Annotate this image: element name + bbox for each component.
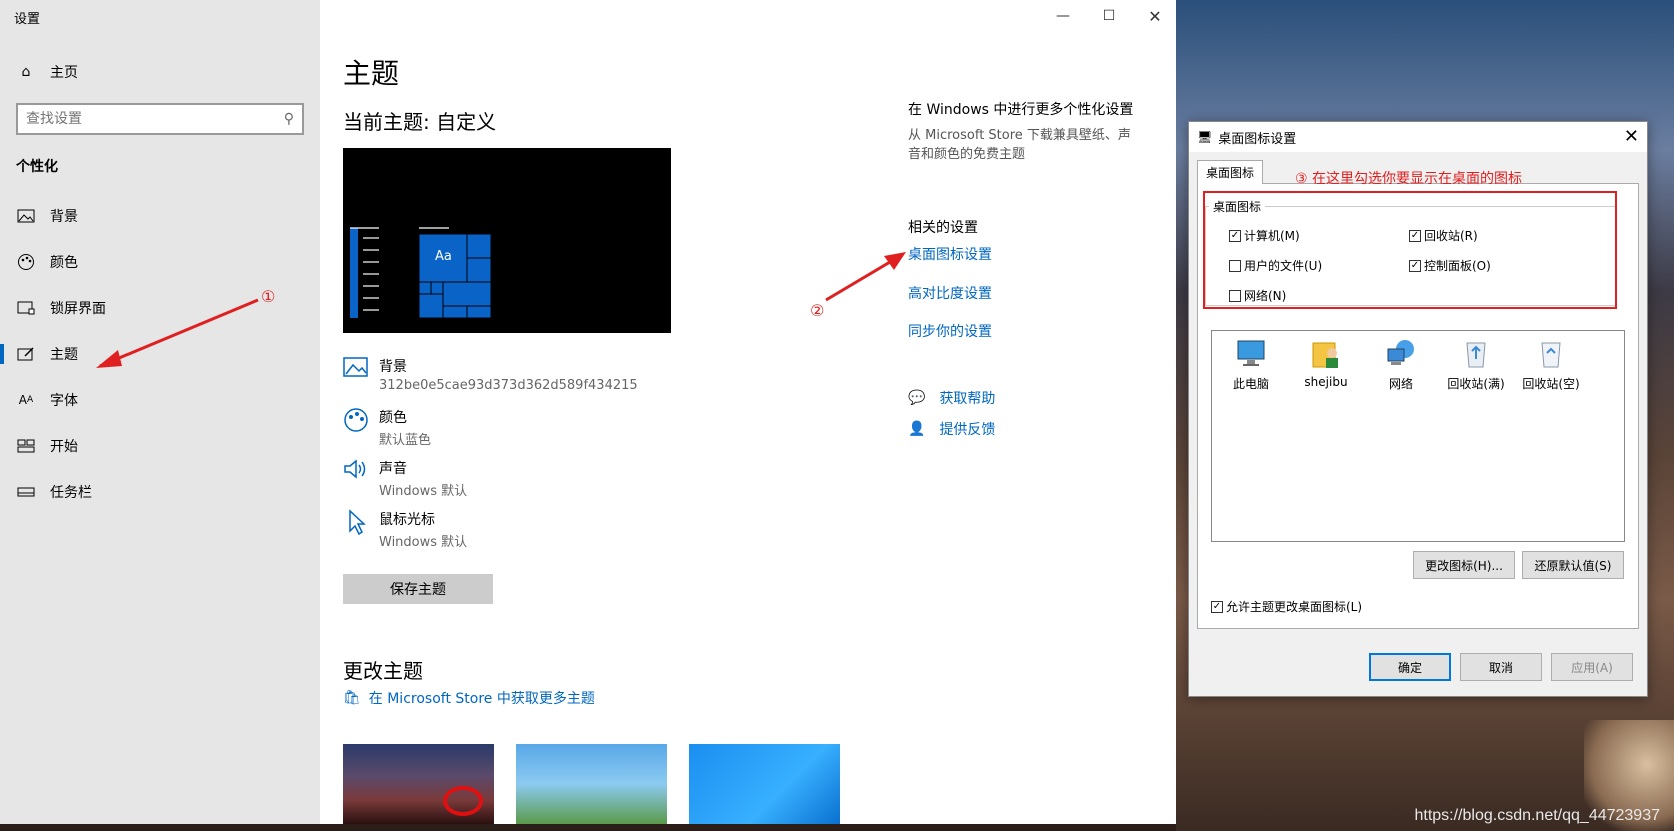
icon-label: 回收站(空) [1522, 377, 1580, 391]
tab-desktop-icons[interactable]: 桌面图标 [1197, 160, 1264, 184]
icon-recycle-empty[interactable]: 回收站(空) [1516, 337, 1586, 392]
apply-button[interactable]: 应用(A) [1551, 653, 1633, 681]
computer-icon [1235, 337, 1267, 369]
icon-label: 回收站(满) [1447, 377, 1505, 391]
restore-default-button[interactable]: 还原默认值(S) [1522, 551, 1624, 579]
recycle-bin-full-icon [1460, 337, 1492, 369]
checkbox-label: 允许主题更改桌面图标(L) [1226, 600, 1363, 614]
cancel-button[interactable]: 取消 [1460, 653, 1542, 681]
icon-label: shejibu [1304, 375, 1348, 389]
recycle-bin-empty-icon [1535, 337, 1567, 369]
icon-label: 此电脑 [1232, 377, 1269, 391]
dialog-titlebar: 🖥 桌面图标设置 [1189, 122, 1647, 152]
annotation-2: ② [810, 301, 825, 320]
icon-network[interactable]: 网络 [1366, 337, 1436, 392]
checkbox-box[interactable]: ✓ [1211, 600, 1223, 613]
annotation-highlight-box [1203, 191, 1617, 309]
icon-list: 此电脑 shejibu 网络 回收站(满) 回收站(空) [1211, 330, 1625, 542]
watermark: https://blog.csdn.net/qq_44723937 [1414, 807, 1660, 824]
user-folder-icon [1310, 337, 1342, 369]
dialog-app-icon: 🖥 [1197, 130, 1213, 144]
icon-this-pc[interactable]: 此电脑 [1216, 337, 1286, 392]
ok-button[interactable]: 确定 [1369, 653, 1451, 681]
dialog-title: 桌面图标设置 [1218, 131, 1297, 147]
dialog-close-icon[interactable]: ✕ [1624, 126, 1639, 147]
icon-label: 网络 [1388, 377, 1413, 391]
icon-user-folder[interactable]: shejibu [1291, 337, 1361, 389]
checkbox-allow-theme[interactable]: ✓ 允许主题更改桌面图标(L) [1211, 598, 1362, 615]
network-icon [1385, 337, 1417, 369]
annotation-3: ③ 在这里勾选你要显示在桌面的图标 [1295, 171, 1523, 187]
icon-recycle-full[interactable]: 回收站(满) [1441, 337, 1511, 392]
annotation-1: ① [261, 287, 276, 306]
change-icon-button[interactable]: 更改图标(H)... [1413, 551, 1515, 579]
